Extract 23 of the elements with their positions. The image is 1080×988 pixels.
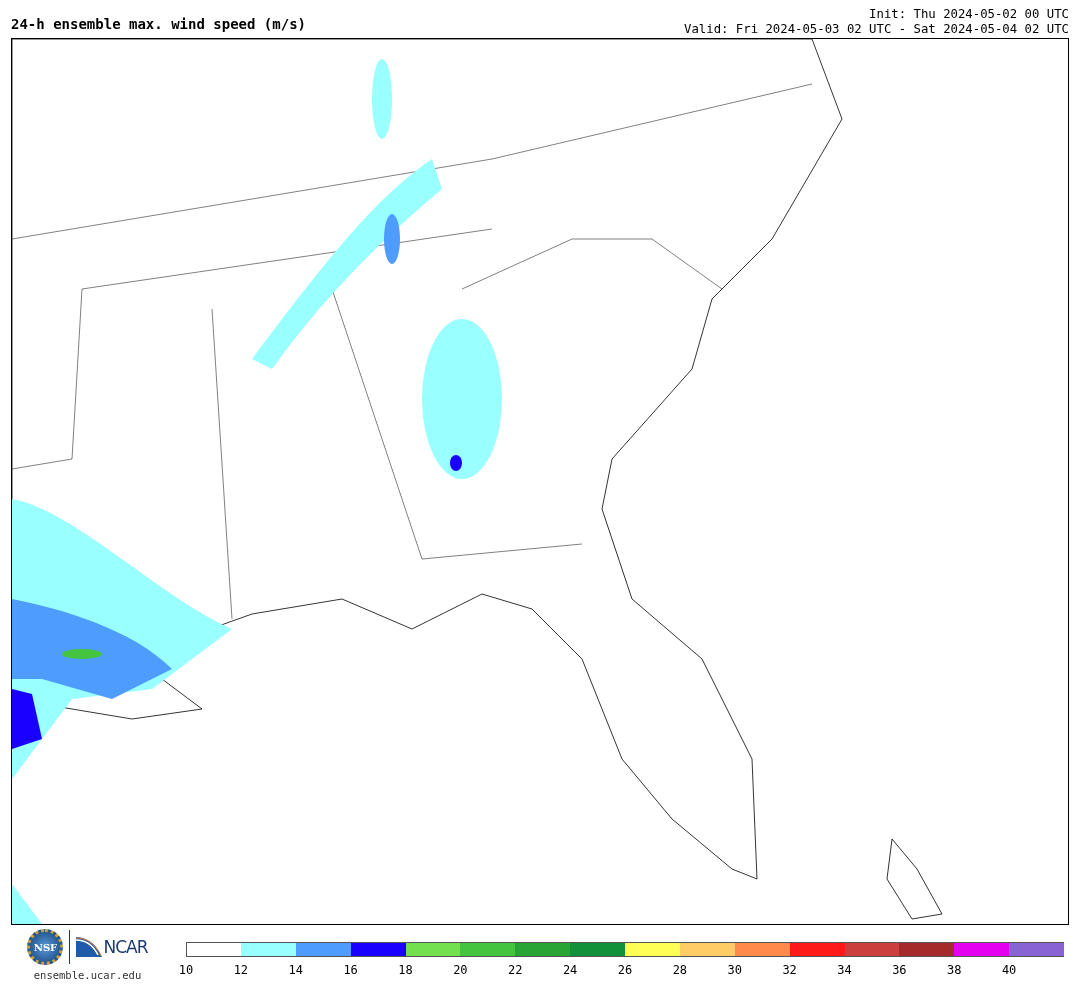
init-time: Init: Thu 2024-05-02 00 UTC — [869, 7, 1069, 22]
tick-label: 30 — [727, 963, 742, 977]
tick-label: 12 — [233, 963, 249, 977]
tick-label: 26 — [617, 963, 633, 977]
tick-label: 14 — [288, 963, 303, 977]
valid-period: Valid: Fri 2024-05-03 02 UTC - Sat 2024-05-04 02 UTC — [684, 22, 1069, 37]
ncar-logo: NCAR — [103, 937, 148, 957]
tick-label: 18 — [398, 963, 413, 977]
ncar-logo-icon — [76, 937, 103, 957]
tick-label: 24 — [562, 963, 578, 977]
tick-label: 10 — [178, 963, 194, 977]
nsf-logo: NSF — [27, 929, 64, 965]
tick-label: 38 — [947, 963, 962, 977]
tick-label: 32 — [782, 963, 797, 977]
website-url: ensemble.ucar.edu — [33, 969, 142, 981]
tick-label: 28 — [672, 963, 688, 977]
tick-label: 20 — [453, 963, 468, 977]
tick-label: 40 — [1001, 963, 1017, 977]
chart-title: 24-h ensemble max. wind speed (m/s) — [11, 16, 306, 34]
tick-label: 34 — [837, 963, 852, 977]
tick-label: 16 — [343, 963, 358, 977]
tick-label: 36 — [892, 963, 907, 977]
tick-label: 22 — [508, 963, 523, 977]
